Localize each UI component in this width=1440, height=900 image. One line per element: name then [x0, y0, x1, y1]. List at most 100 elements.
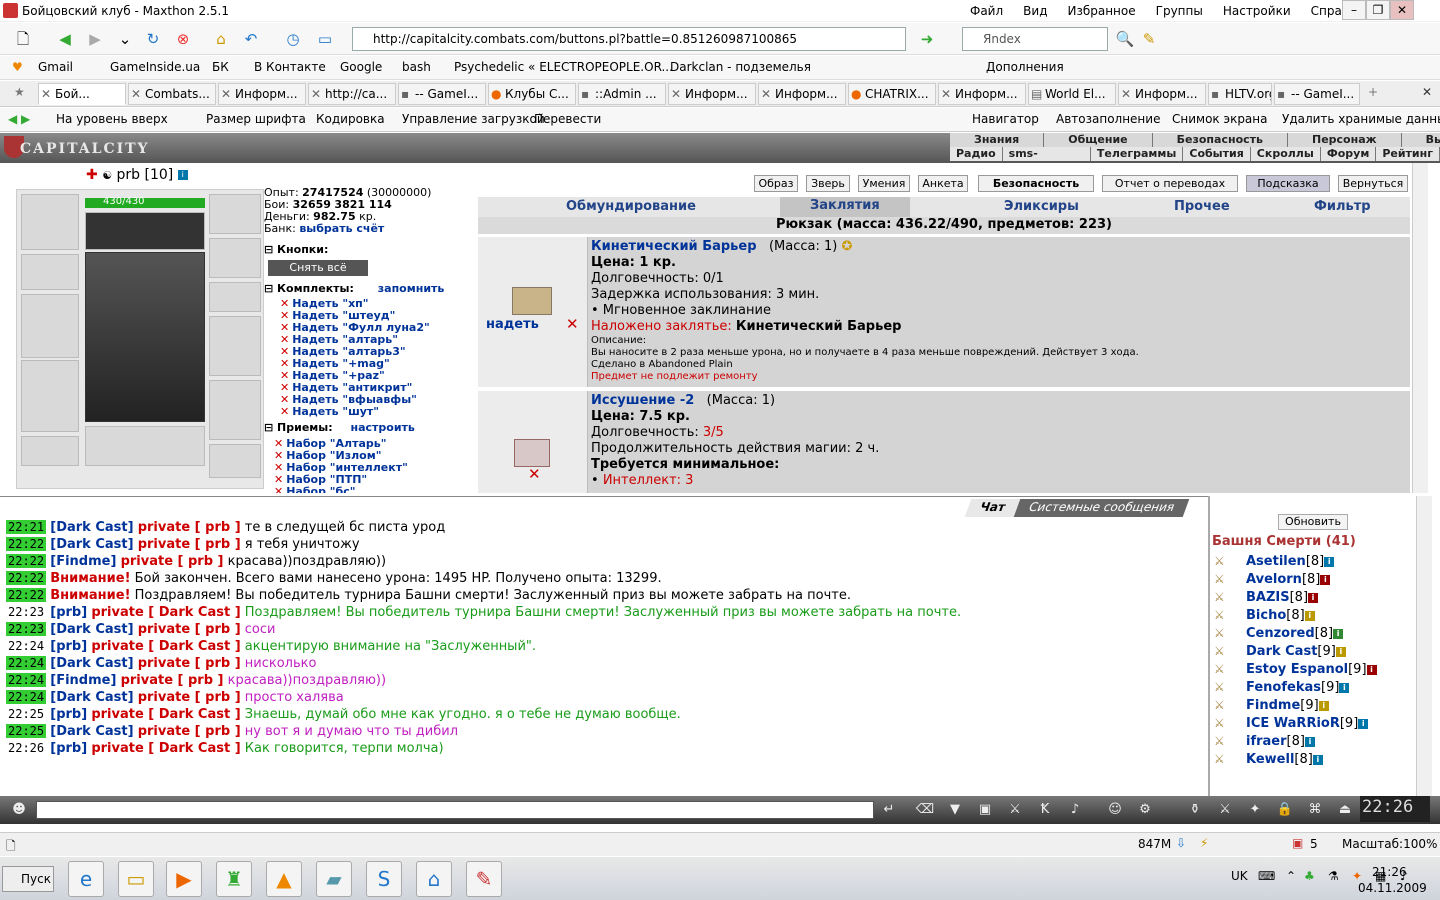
map-icon[interactable]: ⌘ — [1304, 800, 1326, 820]
user-info-icon[interactable]: i — [1335, 646, 1346, 657]
tab-2[interactable]: ✕ Combats... — [128, 83, 216, 105]
chat-private-tag[interactable]: private [ prb ] — [138, 622, 241, 637]
chat-sender[interactable]: [Dark Cast] — [50, 537, 133, 552]
private-message-icon[interactable]: ⚔ — [1214, 572, 1232, 586]
user-info-icon[interactable]: i — [1318, 700, 1329, 711]
private-message-icon[interactable]: ⚔ — [1214, 752, 1232, 766]
ie-icon[interactable]: e — [68, 861, 104, 897]
favorites-icon[interactable]: ♥ — [12, 60, 23, 74]
sets-section-header[interactable]: ⊟ Комплекты: запомнить — [264, 282, 444, 295]
new-tab-icon[interactable]: 🗋 — [12, 28, 34, 50]
chat-time[interactable]: 22:22 — [6, 554, 47, 568]
online-user[interactable]: ⚔ Dark Cast[9] i — [1214, 644, 1346, 659]
search-icon[interactable]: 🔍 — [1114, 28, 1136, 50]
menu-groups[interactable]: Группы — [1146, 4, 1213, 18]
download-manager-button[interactable]: Управление загрузкой — [402, 112, 545, 126]
user-info-icon[interactable]: i — [1304, 736, 1315, 747]
user-info-icon[interactable]: i — [1324, 556, 1335, 567]
font-size-button[interactable]: Размер шрифта — [206, 112, 306, 126]
chat-time[interactable]: 22:22 — [6, 537, 47, 551]
sound-icon[interactable]: ♪ — [1064, 800, 1086, 820]
tray-clover-icon[interactable]: ♣ — [1304, 869, 1315, 883]
screen-icon[interactable]: ▭ — [314, 28, 336, 50]
chat-time[interactable]: 22:23 — [6, 605, 46, 619]
user-name[interactable]: Cenzored — [1246, 626, 1315, 641]
online-user[interactable]: ⚔ Fenofekas[9] i — [1214, 680, 1350, 695]
nav-sms-history[interactable]: sms-история — [1003, 147, 1091, 173]
equip-link[interactable]: надеть — [486, 317, 539, 332]
media-player-icon[interactable]: ▶ — [166, 861, 202, 897]
inventory-scrollbar[interactable] — [1412, 163, 1428, 493]
chat-private-tag[interactable]: private [ prb ] — [121, 554, 224, 569]
user-name[interactable]: Dark Cast — [1246, 644, 1317, 659]
user-name[interactable]: Fenofekas — [1246, 680, 1321, 695]
tab-13[interactable]: ✕ Информ... — [1118, 83, 1206, 105]
go-icon[interactable]: ➜ — [916, 28, 938, 50]
chat-private-tag[interactable]: private [ prb ] — [138, 520, 241, 535]
chat-sender[interactable]: [Dark Cast] — [50, 656, 133, 671]
download-icon[interactable]: ⇩ — [1176, 836, 1186, 850]
user-info-icon[interactable]: i — [1312, 754, 1323, 765]
nav-exit[interactable]: Выход — [1402, 133, 1440, 147]
delete-icon[interactable]: ✕ — [274, 485, 283, 493]
helmet-slot[interactable] — [21, 194, 79, 250]
chat-private-tag[interactable]: private [ prb ] — [138, 537, 241, 552]
start-button[interactable]: Пуск — [2, 866, 54, 892]
skype-icon[interactable]: S — [366, 861, 402, 897]
nav-security[interactable]: Безопасность — [1153, 133, 1288, 147]
tab-6[interactable]: ● Клубы С... — [488, 83, 576, 105]
tab-7[interactable]: ▪::Admin ... — [578, 83, 666, 105]
tab-system-messages[interactable]: Системные сообщения — [1013, 499, 1189, 517]
buttons-section-header[interactable]: ⊟ Кнопки: — [264, 243, 328, 256]
remove-all-button[interactable]: Снять всё — [268, 260, 368, 276]
tab-9[interactable]: ✕ Информ... — [758, 83, 846, 105]
rings-slot[interactable] — [85, 426, 205, 466]
chat-private-tag[interactable]: Внимание! — [50, 588, 130, 603]
chat-time[interactable]: 22:22 — [6, 571, 47, 585]
stop-icon[interactable]: ⊗ — [172, 28, 194, 50]
online-user[interactable]: ⚔ BAZIS[8] i — [1214, 590, 1319, 605]
menu-favorites[interactable]: Избранное — [1057, 4, 1145, 18]
chat-private-tag[interactable]: private [ prb ] — [138, 724, 241, 739]
bookmark-google[interactable]: Google — [340, 60, 382, 74]
belt-slot[interactable] — [21, 436, 79, 466]
trick-set-item[interactable]: ✕ Набор "бс" — [274, 485, 355, 493]
online-user[interactable]: ⚔ Cenzored[8] i — [1214, 626, 1344, 641]
chat-time[interactable]: 22:25 — [6, 707, 46, 721]
online-user[interactable]: ⚔ Asetilen[8] i — [1214, 554, 1335, 569]
bookmark-bash[interactable]: bash — [402, 60, 431, 74]
online-user[interactable]: ⚔ Findme[9] i — [1214, 698, 1329, 713]
chat-private-tag[interactable]: private [ Dark Cast ] — [91, 707, 240, 722]
private-message-icon[interactable]: ⚔ — [1214, 554, 1232, 568]
smiley-menu-icon[interactable]: ☻ — [8, 800, 30, 820]
translit-icon[interactable]: Ꝁ — [1034, 800, 1056, 820]
clear-icon[interactable]: ⌫ — [914, 800, 936, 820]
chat-private-tag[interactable]: private [ Dark Cast ] — [91, 605, 240, 620]
chat-private-tag[interactable]: private [ prb ] — [138, 656, 241, 671]
earring-slot[interactable] — [209, 194, 261, 234]
tab-10[interactable]: ● CHATRIX... — [848, 83, 936, 105]
set-item[interactable]: ✕ Надеть "шут" — [280, 405, 379, 418]
battle-icon[interactable]: ⚔ — [1214, 800, 1236, 820]
private-message-icon[interactable]: ⚔ — [1214, 644, 1232, 658]
private-message-icon[interactable]: ⚔ — [1214, 662, 1232, 676]
chat-sender[interactable]: [Findme] — [50, 673, 116, 688]
translate-button[interactable]: Перевести — [534, 112, 601, 126]
bookmark-vkontakte[interactable]: В Контакте — [254, 60, 326, 74]
lock-icon[interactable]: 🔒 — [1274, 800, 1296, 820]
bookmark-gameinside[interactable]: GameInside.ua — [110, 60, 200, 74]
restore-button[interactable]: ❐ — [1366, 0, 1390, 20]
new-tab-plus-icon[interactable]: + — [1368, 85, 1378, 99]
tab-filter[interactable]: Фильтр — [1314, 199, 1371, 214]
notes-icon[interactable]: ▰ — [316, 861, 352, 897]
chat-sender[interactable]: [Dark Cast] — [50, 520, 133, 535]
menu-file[interactable]: Файл — [960, 4, 1013, 18]
filter-icon[interactable]: ▼ — [944, 800, 966, 820]
configure-tricks-link[interactable]: настроить — [350, 421, 414, 434]
undo-icon[interactable]: ↶ — [240, 28, 262, 50]
drop-icon[interactable]: ✕ — [566, 315, 579, 333]
user-name[interactable]: Kewell — [1246, 752, 1294, 767]
user-info-icon[interactable]: i — [1366, 664, 1377, 675]
user-info-icon[interactable]: i — [1333, 628, 1344, 639]
online-user[interactable]: ⚔ Estoy Espanol[9] i — [1214, 662, 1377, 677]
